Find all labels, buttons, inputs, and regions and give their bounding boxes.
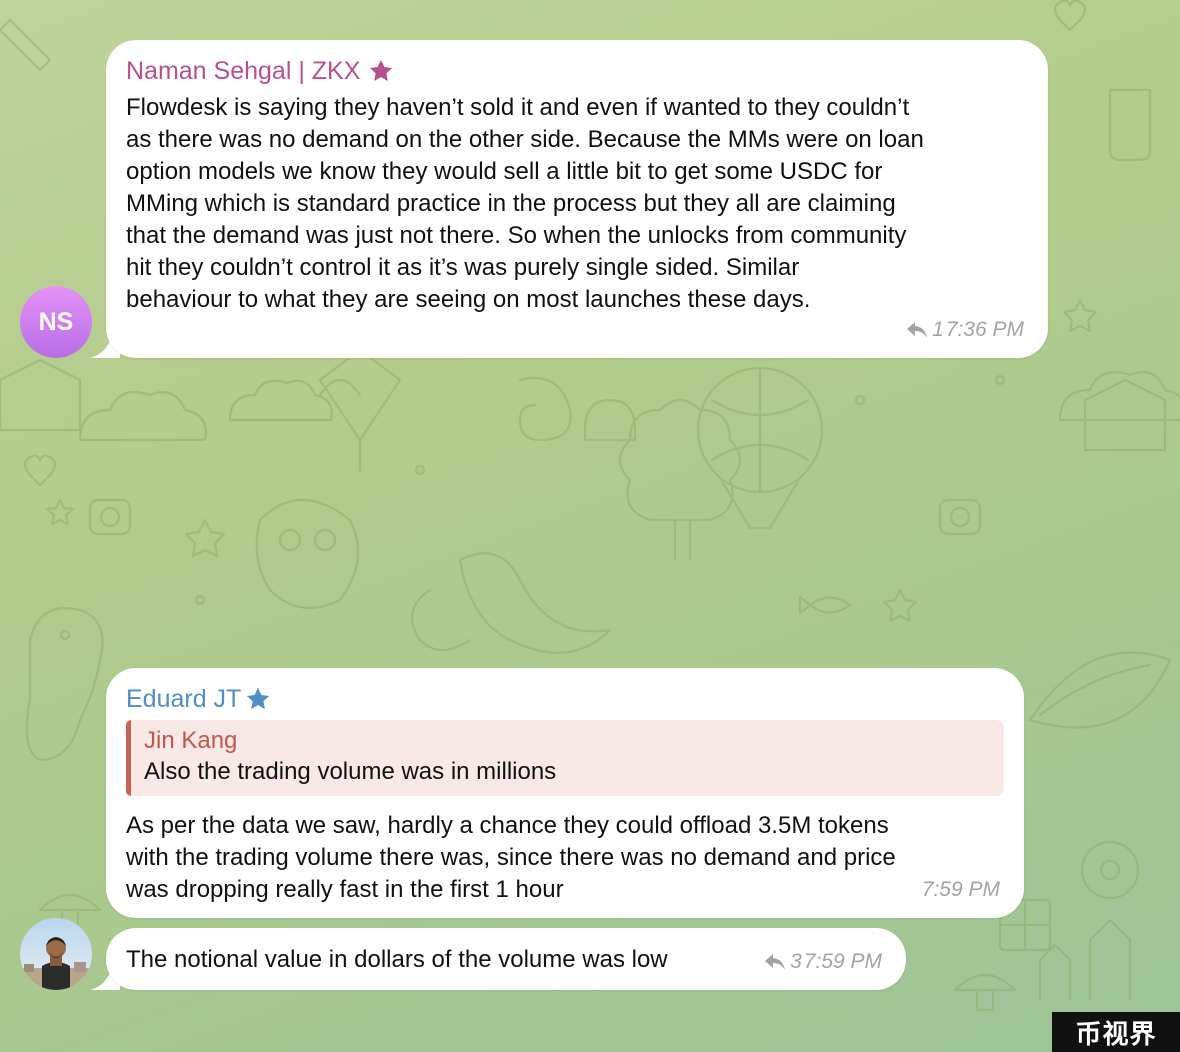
message-meta: 3 7:59 PM bbox=[763, 950, 882, 974]
avatar-initials: NS bbox=[38, 307, 74, 336]
reply-count: 1 bbox=[932, 318, 944, 341]
watermark-logo: 币视界 bbox=[1052, 1012, 1180, 1052]
reply-icon[interactable] bbox=[763, 952, 787, 972]
message-time: 7:59 PM bbox=[803, 950, 882, 973]
message-time: 7:36 PM bbox=[945, 318, 1024, 341]
message-bubble[interactable]: Naman Sehgal | ZKX Flowdesk is saying th… bbox=[106, 40, 1048, 358]
quote-bar bbox=[126, 720, 131, 796]
sender-name[interactable]: Naman Sehgal | ZKX bbox=[126, 56, 1028, 86]
avatar-naman-sehgal[interactable]: NS bbox=[20, 286, 92, 358]
premium-star-icon bbox=[366, 57, 396, 85]
sender-name-text: Naman Sehgal | ZKX bbox=[126, 57, 361, 85]
message-text: Flowdesk is saying they haven’t sold it … bbox=[126, 94, 924, 313]
profile-photo bbox=[20, 918, 92, 990]
message-text: As per the data we saw, hardly a chance … bbox=[126, 812, 896, 903]
reply-icon[interactable] bbox=[905, 320, 929, 340]
sender-name-text: Eduard JT bbox=[126, 685, 242, 713]
message-bubble[interactable]: Eduard JT Jin Kang Also the trading volu… bbox=[106, 668, 1024, 918]
quote-text: Also the trading volume was in millions bbox=[144, 758, 557, 785]
reply-quote[interactable]: Jin Kang Also the trading volume was in … bbox=[126, 720, 1004, 796]
quote-author: Jin Kang bbox=[144, 727, 238, 754]
message-meta: 1 7:36 PM bbox=[905, 318, 1024, 342]
sender-name[interactable]: Eduard JT bbox=[126, 684, 1004, 714]
premium-star-icon bbox=[243, 685, 273, 713]
avatar-eduard-jt[interactable] bbox=[20, 918, 92, 990]
message-bubble[interactable]: The notional value in dollars of the vol… bbox=[106, 928, 906, 990]
message-time: 7:59 PM bbox=[921, 878, 1000, 901]
message-meta: 7:59 PM bbox=[922, 878, 1000, 902]
reply-count: 3 bbox=[790, 950, 802, 973]
message-text: The notional value in dollars of the vol… bbox=[126, 946, 668, 973]
